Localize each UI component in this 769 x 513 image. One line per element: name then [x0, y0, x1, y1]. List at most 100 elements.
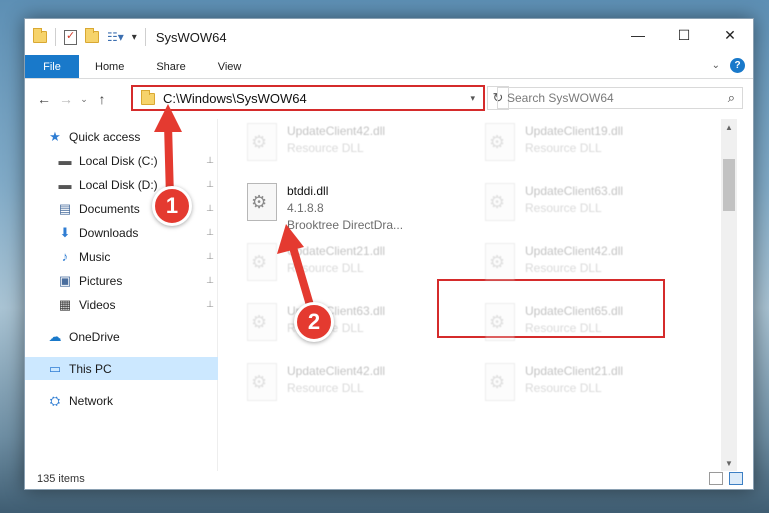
folder-icon	[141, 90, 155, 105]
file-description: Resource DLL	[525, 381, 602, 395]
dll-file-icon: ⚙	[485, 243, 515, 281]
step-1-badge: 1	[152, 186, 192, 226]
file-item[interactable]: ⚙UpdateClient63.dllResource DLL	[247, 303, 477, 355]
dll-file-icon: ⚙	[485, 123, 515, 161]
scroll-thumb[interactable]	[723, 159, 735, 211]
sidebar-item-local-disk-d[interactable]: ▬ Local Disk (D:) ⊥	[25, 173, 218, 196]
file-name: UpdateClient21.dll	[287, 244, 386, 258]
properties-icon[interactable]	[64, 29, 77, 45]
sidebar-item-label: Quick access	[69, 129, 141, 144]
pin-icon[interactable]: ⊥	[206, 251, 214, 262]
gear-icon: ⚙	[251, 132, 268, 152]
forward-button[interactable]: →	[55, 91, 77, 107]
file-name: btddi.dll	[287, 184, 329, 198]
address-path: C:\Windows\SysWOW64	[163, 90, 307, 106]
large-icons-view-icon[interactable]	[729, 472, 743, 485]
file-item[interactable]: ⚙ UpdateClient19.dll Resource DLL	[485, 123, 715, 175]
customize-toolbar-icon[interactable]: ▾	[132, 32, 137, 43]
dll-file-icon: ⚙	[485, 363, 515, 401]
sidebar-item-local-disk-c[interactable]: ▬ Local Disk (C:) ⊥	[25, 149, 218, 172]
file-description: Resource DLL	[525, 261, 602, 275]
sidebar-item-this-pc[interactable]: ▭ This PC	[25, 357, 218, 380]
sidebar-item-label: Network	[69, 393, 114, 408]
file-item[interactable]: ⚙ UpdateClient42.dll Resource DLL	[247, 363, 477, 415]
help-icon[interactable]: ?	[730, 58, 745, 73]
file-item[interactable]: ⚙ UpdateClient65.dll Resource DLL	[485, 303, 715, 355]
toolbar-divider	[55, 28, 56, 46]
gear-icon: ⚙	[489, 192, 506, 212]
gear-icon: ⚙	[489, 372, 506, 392]
dll-file-icon: ⚙	[247, 243, 277, 281]
details-view-icon[interactable]	[709, 472, 723, 485]
file-item[interactable]: ⚙ UpdateClient21.dll Resource DLL	[485, 363, 715, 415]
scroll-up-icon[interactable]: ▲	[721, 119, 737, 135]
item-count: 135 items	[37, 473, 85, 485]
address-bar[interactable]: C:\Windows\SysWOW64 ▾	[131, 85, 485, 111]
recent-locations-button[interactable]: ⌄	[77, 94, 91, 105]
up-button[interactable]: ↑	[91, 91, 113, 107]
file-list: ▲ ▼ ⚙ UpdateClient42.dll Resource DLL ⚙ Upda…	[219, 119, 737, 471]
step-2-badge: 2	[294, 302, 334, 342]
file-item[interactable]: ⚙ UpdateClient42.dll Resource DLL	[247, 123, 477, 175]
pin-icon[interactable]: ⊥	[206, 203, 214, 214]
file-item[interactable]: ⚙ UpdateClient21.dll Resource DLL	[247, 243, 477, 295]
window-title: SysWOW64	[155, 29, 227, 45]
file-description: Resource DLL	[287, 261, 364, 275]
file-item-btddi[interactable]: ⚙ btddi.dll 4.1.8.8 Brooktree DirectDra...	[247, 183, 477, 235]
drive-icon: ▬	[58, 177, 72, 192]
gear-icon: ⚙	[251, 252, 268, 272]
gear-icon: ⚙	[251, 192, 268, 212]
downloads-icon: ⬇	[59, 224, 71, 240]
network-icon: ⛭	[49, 392, 61, 408]
file-version: 4.1.8.8	[287, 201, 324, 215]
sidebar-item-pictures[interactable]: ▣ Pictures ⊥	[25, 269, 218, 292]
drive-icon: ▬	[58, 153, 72, 168]
back-button[interactable]: ←	[33, 91, 55, 107]
toolbar-divider	[144, 28, 146, 46]
sidebar-item-downloads[interactable]: ⬇ Downloads ⊥	[25, 221, 218, 244]
dll-file-icon: ⚙	[247, 363, 277, 401]
view-options-icon[interactable]: ☷▾	[107, 30, 124, 44]
file-name: UpdateClient42.dll	[525, 244, 624, 258]
onedrive-icon: ☁	[48, 328, 62, 344]
search-placeholder: Search SysWOW64	[507, 91, 614, 105]
minimize-button[interactable]: —	[615, 19, 661, 51]
navigation-bar: ← → ⌄ ↑ C:\Windows\SysWOW64 ▾ ↻ Search S…	[25, 79, 753, 119]
file-item[interactable]: ⚙UpdateClient63.dllResource DLL	[485, 183, 715, 235]
file-description: Resource DLL	[287, 381, 364, 395]
search-icon[interactable]: ⌕	[728, 90, 735, 106]
pin-icon[interactable]: ⊥	[206, 299, 214, 310]
gear-icon: ⚙	[489, 132, 506, 152]
file-name: UpdateClient42.dll	[287, 124, 386, 138]
search-input[interactable]: Search SysWOW64 ⌕	[497, 87, 743, 109]
sidebar-item-quick-access[interactable]: ★ Quick access	[25, 125, 218, 148]
new-folder-icon[interactable]	[85, 28, 99, 43]
main-content: ★ Quick access ▬ Local Disk (C:) ⊥ ▬ Local Dis…	[25, 119, 753, 471]
expand-ribbon-icon[interactable]: ⌄	[712, 60, 720, 71]
sidebar-item-network[interactable]: ⛭ Network	[25, 389, 218, 412]
tab-view[interactable]: View	[202, 55, 258, 78]
ribbon-tabs: File Home Share View ⌄ ?	[25, 55, 753, 79]
tab-home[interactable]: Home	[79, 55, 140, 78]
tab-share[interactable]: Share	[140, 55, 201, 78]
pin-icon[interactable]: ⊥	[206, 227, 214, 238]
sidebar-item-onedrive[interactable]: ☁ OneDrive	[25, 325, 218, 348]
pin-icon[interactable]: ⊥	[206, 179, 214, 190]
chevron-down-icon[interactable]: ▾	[470, 93, 475, 104]
vertical-scrollbar[interactable]: ▲ ▼	[721, 119, 737, 471]
sidebar-item-label: Pictures	[79, 273, 123, 288]
sidebar-item-label: Documents	[79, 201, 140, 216]
file-description: Brooktree DirectDra...	[287, 218, 404, 232]
sidebar-item-music[interactable]: ♪ Music ⊥	[25, 245, 218, 268]
tab-file[interactable]: File	[25, 55, 79, 78]
file-description: Resource DLL	[287, 141, 364, 155]
file-name: UpdateClient21.dll	[525, 364, 624, 378]
folder-icon	[33, 28, 47, 43]
maximize-button[interactable]: ☐	[661, 19, 707, 51]
file-item[interactable]: ⚙ UpdateClient42.dll Resource DLL	[485, 243, 715, 295]
close-button[interactable]: ✕	[707, 19, 753, 51]
pin-icon[interactable]: ⊥	[206, 155, 214, 166]
pin-icon[interactable]: ⊥	[206, 275, 214, 286]
sidebar-item-videos[interactable]: ▦ Videos ⊥	[25, 293, 218, 316]
music-icon: ♪	[61, 249, 69, 264]
